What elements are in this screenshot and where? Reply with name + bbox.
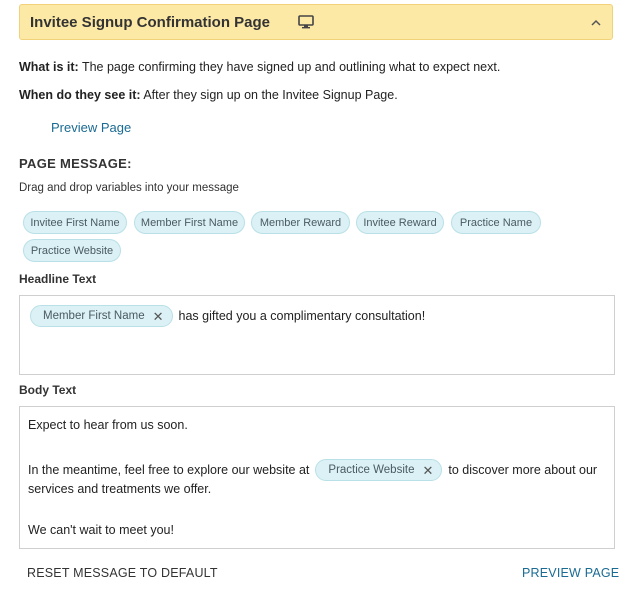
when-see-it: When do they see it: After they sign up … <box>19 88 398 102</box>
what-label: What is it: <box>19 60 79 74</box>
body-variable-token[interactable]: Practice Website ✕ <box>315 459 443 481</box>
headline-content: Member First Name ✕ has gifted you a com… <box>30 305 425 327</box>
variable-chip[interactable]: Practice Name <box>451 211 541 234</box>
body-line-2: In the meantime, feel free to explore ou… <box>28 459 597 481</box>
close-icon[interactable]: ✕ <box>153 310 164 323</box>
variable-chip[interactable]: Invitee Reward <box>356 211 444 234</box>
variable-chip[interactable]: Member Reward <box>251 211 350 234</box>
body-editor[interactable]: Expect to hear from us soon. In the mean… <box>19 406 615 549</box>
variable-chip[interactable]: Invitee First Name <box>23 211 127 234</box>
preview-page-link[interactable]: Preview Page <box>51 120 131 135</box>
close-icon[interactable]: ✕ <box>422 464 433 477</box>
headline-label: Headline Text <box>19 272 97 286</box>
drag-help-text: Drag and drop variables into your messag… <box>19 182 239 194</box>
token-label: Member First Name <box>43 310 145 322</box>
chevron-up-icon[interactable] <box>590 16 602 28</box>
panel-title: Invitee Signup Confirmation Page <box>30 13 271 31</box>
monitor-icon <box>298 15 314 29</box>
body-line-2-before: In the meantime, feel free to explore ou… <box>28 463 310 477</box>
preview-page-button[interactable]: PREVIEW PAGE <box>522 566 619 580</box>
variable-chip[interactable]: Member First Name <box>134 211 245 234</box>
headline-editor[interactable]: Member First Name ✕ has gifted you a com… <box>19 295 615 375</box>
what-text: The page confirming they have signed up … <box>78 60 501 74</box>
headline-text: has gifted you a complimentary consultat… <box>178 309 426 323</box>
variable-chip[interactable]: Practice Website <box>23 239 121 262</box>
body-line-1: Expect to hear from us soon. <box>28 418 188 432</box>
when-text: After they sign up on the Invitee Signup… <box>140 88 398 102</box>
page-message-title: PAGE MESSAGE: <box>19 156 132 171</box>
headline-variable-token[interactable]: Member First Name ✕ <box>30 305 173 327</box>
body-label: Body Text <box>19 383 77 397</box>
body-line-3: services and treatments we offer. <box>28 482 212 496</box>
token-label: Practice Website <box>328 464 415 476</box>
when-label: When do they see it: <box>19 88 141 102</box>
panel-header-left: Invitee Signup Confirmation Page <box>30 14 314 31</box>
what-is-it: What is it: The page confirming they hav… <box>19 60 500 74</box>
body-line-2-after: to discover more about our <box>448 463 598 477</box>
reset-message-button[interactable]: RESET MESSAGE TO DEFAULT <box>27 566 218 580</box>
body-line-4: We can't wait to meet you! <box>28 523 174 537</box>
panel-header[interactable]: Invitee Signup Confirmation Page <box>19 4 613 40</box>
